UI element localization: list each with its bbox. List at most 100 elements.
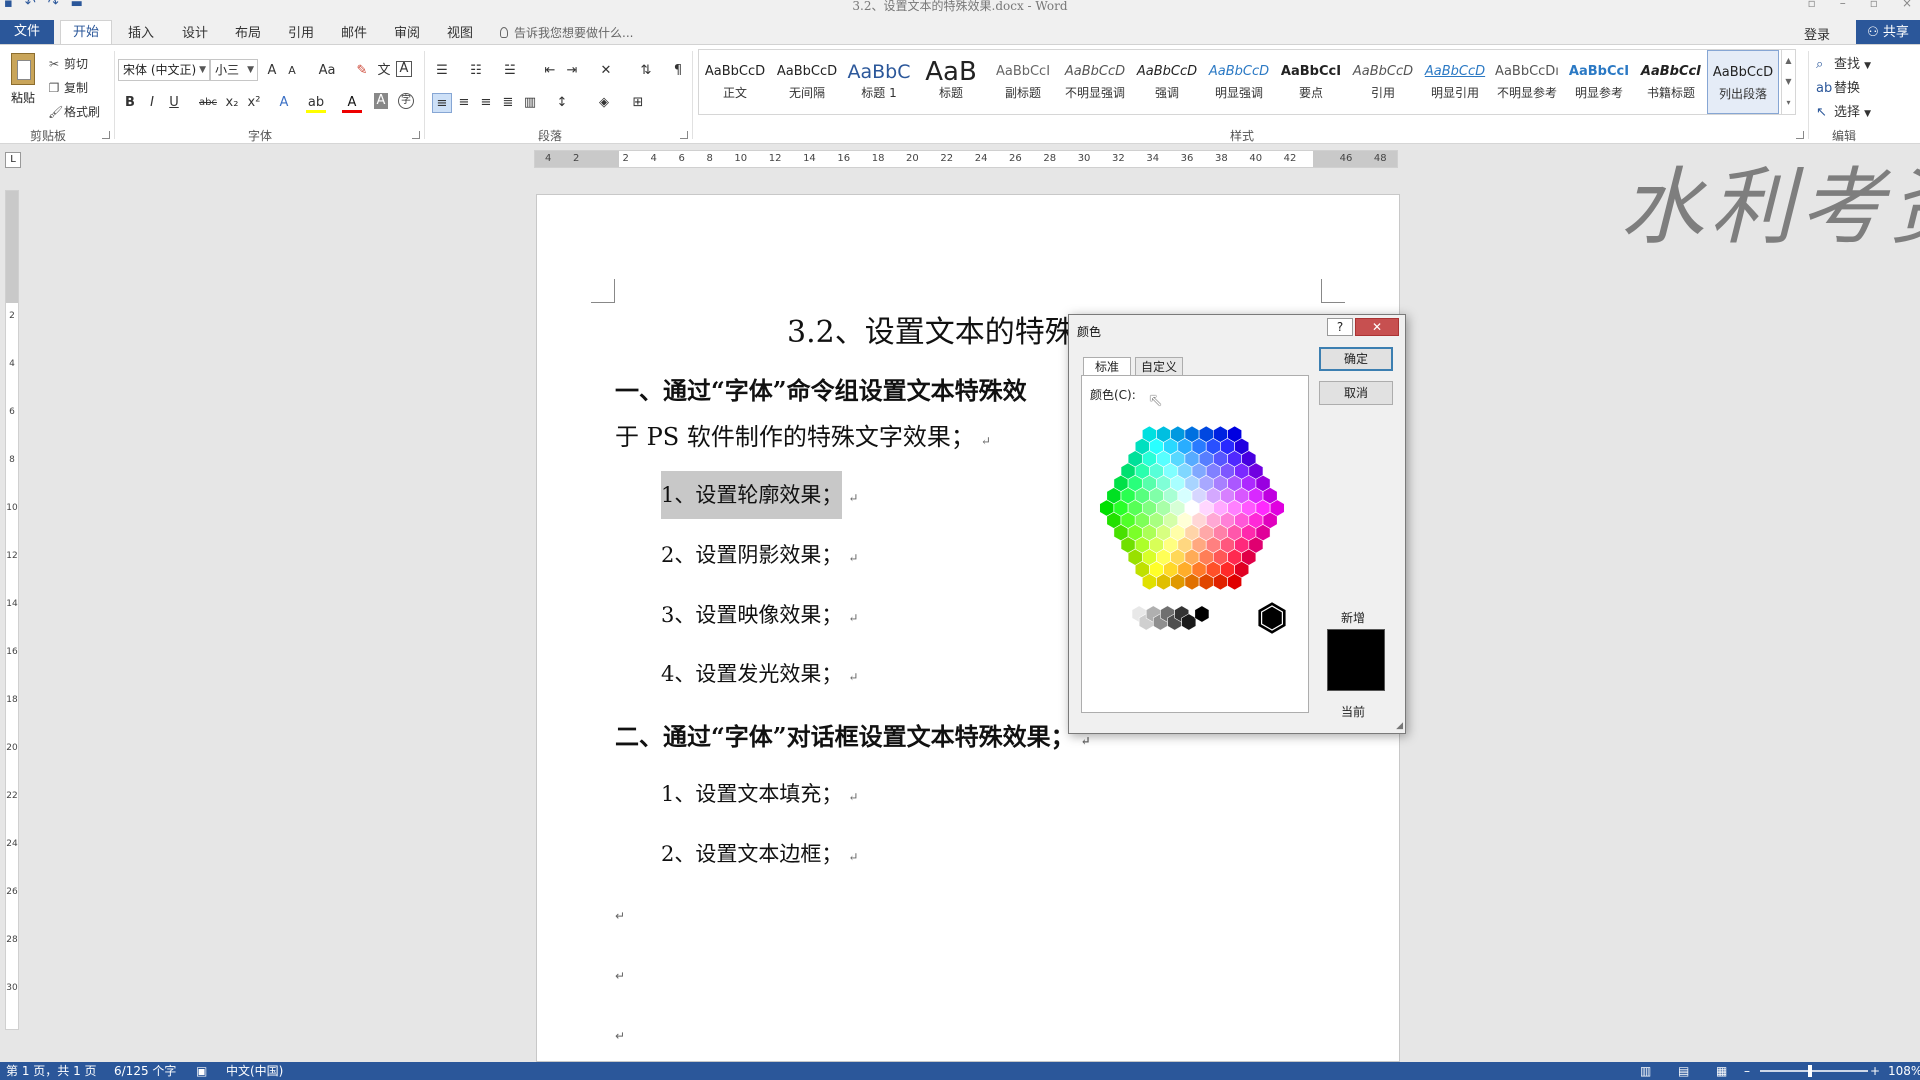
chevron-down-icon[interactable]: ▼ bbox=[1782, 71, 1795, 92]
style-emphasis[interactable]: AaBbCcD 强调 bbox=[1131, 50, 1203, 114]
char-border-icon[interactable]: A bbox=[396, 61, 412, 77]
format-painter-button[interactable]: 🖌格式刷 bbox=[48, 103, 100, 120]
selected-text[interactable]: 1、设置轮廓效果； bbox=[661, 471, 843, 519]
help-button[interactable]: ? bbox=[1327, 318, 1353, 336]
ribbon-display-icon[interactable]: ▫ bbox=[1808, 0, 1816, 10]
dialog-close-button[interactable]: ✕ bbox=[1355, 318, 1399, 336]
word-count[interactable]: 6/125 个字 bbox=[114, 1062, 176, 1080]
share-button[interactable]: ⚇ 共享 bbox=[1856, 20, 1920, 46]
list-item[interactable]: 1、设置轮廓效果； ↵ bbox=[661, 471, 858, 519]
grow-font-button[interactable]: A bbox=[262, 61, 282, 81]
style-strong[interactable]: AaBbCcI 要点 bbox=[1275, 50, 1347, 114]
style-subtitle[interactable]: AaBbCcI 副标题 bbox=[987, 50, 1059, 114]
chevron-up-icon[interactable]: ▲ bbox=[1782, 50, 1795, 71]
replace-button[interactable]: ab 替换 bbox=[1816, 77, 1860, 96]
align-center-icon[interactable]: ≡ bbox=[454, 93, 474, 113]
language-status[interactable]: 中文(中国) bbox=[226, 1062, 283, 1080]
zoom-out-icon[interactable]: – bbox=[1744, 1062, 1750, 1080]
web-layout-icon[interactable]: ▦ bbox=[1716, 1062, 1727, 1080]
gray-hex-cell[interactable] bbox=[1194, 605, 1210, 623]
paste-button[interactable]: 粘贴 bbox=[8, 53, 38, 123]
style-intense-quote[interactable]: AaBbCcD 明显引用 bbox=[1419, 50, 1491, 114]
list-item[interactable]: 4、设置发光效果； ↵ bbox=[661, 658, 858, 688]
zoom-level[interactable]: 108% bbox=[1888, 1062, 1920, 1080]
zoom-in-icon[interactable]: + bbox=[1870, 1062, 1880, 1080]
multilevel-list-icon[interactable]: ☱ bbox=[500, 61, 520, 81]
styles-launcher-icon[interactable] bbox=[1796, 131, 1804, 139]
font-size-combo[interactable]: 小三 ▼ bbox=[210, 59, 258, 81]
chinese-layout-icon[interactable]: ✕ bbox=[596, 61, 616, 81]
tab-custom[interactable]: 自定义 bbox=[1135, 357, 1183, 377]
list-item[interactable]: 1、设置文本填充； ↵ bbox=[661, 778, 858, 808]
highlight-color-icon[interactable]: ab bbox=[306, 93, 326, 113]
numbering-icon[interactable]: ☷ bbox=[466, 61, 486, 81]
proofing-icon[interactable]: ▣ bbox=[196, 1062, 207, 1080]
font-color-icon[interactable]: A bbox=[342, 93, 362, 113]
heading-1-line-1[interactable]: 一、通过“字体”命令组设置文本特殊效 bbox=[615, 371, 1027, 406]
color-hexagon-wheel[interactable] bbox=[1092, 408, 1292, 608]
tab-review[interactable]: 审阅 bbox=[394, 22, 420, 41]
sort-icon[interactable]: ⇅ bbox=[636, 61, 656, 81]
style-quote[interactable]: AaBbCcD 引用 bbox=[1347, 50, 1419, 114]
login-link[interactable]: 登录 bbox=[1804, 24, 1830, 43]
style-normal[interactable]: AaBbCcD 正文 bbox=[699, 50, 771, 114]
page-count[interactable]: 第 1 页，共 1 页 bbox=[6, 1062, 97, 1080]
tab-mailings[interactable]: 邮件 bbox=[341, 22, 367, 41]
tab-view[interactable]: 视图 bbox=[447, 22, 473, 41]
cancel-button[interactable]: 取消 bbox=[1319, 381, 1393, 405]
style-heading-1[interactable]: AaBbC 标题 1 bbox=[843, 50, 915, 114]
bullets-icon[interactable]: ☰ bbox=[432, 61, 452, 81]
horizontal-ruler[interactable]: 4 2 2 4 6 8 10 12 14 16 18 20 22 24 26 28 30 32 34 36 38 40 42… bbox=[534, 150, 1398, 168]
bold-button[interactable]: B bbox=[120, 93, 140, 113]
style-subtle-emphasis[interactable]: AaBbCcD 不明显强调 bbox=[1059, 50, 1131, 114]
grayscale-swatches[interactable] bbox=[1122, 600, 1302, 636]
select-button[interactable]: ↖ 选择 ▼ bbox=[1816, 101, 1871, 120]
vertical-ruler[interactable]: 2 4 6 8 10 12 14 16 18 20 22 24 26 28 30 bbox=[5, 190, 19, 1030]
copy-button[interactable]: ❐ 复制 bbox=[48, 79, 88, 96]
read-mode-icon[interactable]: ▥ bbox=[1640, 1062, 1651, 1080]
shrink-font-button[interactable]: A bbox=[282, 61, 302, 81]
find-button[interactable]: ⌕ 查找 ▼ bbox=[1816, 53, 1871, 72]
gallery-more-icon[interactable]: ▾ bbox=[1782, 92, 1795, 113]
ok-button[interactable]: 确定 bbox=[1319, 347, 1393, 371]
tab-insert[interactable]: 插入 bbox=[128, 22, 154, 41]
tab-standard[interactable]: 标准 bbox=[1083, 357, 1131, 377]
selected-black-hex[interactable] bbox=[1258, 602, 1286, 634]
list-item[interactable]: 2、设置文本边框； ↵ bbox=[661, 838, 858, 868]
decrease-indent-icon[interactable]: ⇤ bbox=[540, 61, 560, 81]
line-spacing-icon[interactable]: ↕ bbox=[552, 93, 572, 113]
style-intense-emphasis[interactable]: AaBbCcD 明显强调 bbox=[1203, 50, 1275, 114]
zoom-slider-thumb[interactable] bbox=[1808, 1065, 1812, 1077]
font-name-combo[interactable]: 宋体 (中文正) ▼ bbox=[118, 59, 210, 81]
tab-references[interactable]: 引用 bbox=[288, 22, 314, 41]
list-item[interactable]: 2、设置阴影效果； ↵ bbox=[661, 539, 858, 569]
cut-button[interactable]: ✂ 剪切 bbox=[48, 55, 88, 72]
resize-grip-icon[interactable]: ◢ bbox=[1396, 721, 1403, 731]
tab-home[interactable]: 开始 bbox=[60, 20, 112, 46]
heading-1-line-2[interactable]: 于 PS 软件制作的特殊文字效果； ↵ bbox=[615, 417, 991, 452]
gallery-scroll[interactable]: ▲ ▼ ▾ bbox=[1781, 50, 1795, 114]
style-book-title[interactable]: AaBbCcI 书籍标题 bbox=[1635, 50, 1707, 114]
strikethrough-button[interactable]: abc bbox=[196, 93, 220, 113]
tell-me-box[interactable]: 告诉我您想要做什么... bbox=[500, 24, 633, 41]
subscript-button[interactable]: x₂ bbox=[222, 93, 242, 113]
align-left-icon[interactable]: ≡ bbox=[432, 93, 452, 113]
style-title[interactable]: AaB 标题 bbox=[915, 50, 987, 114]
align-right-icon[interactable]: ≡ bbox=[476, 93, 496, 113]
increase-indent-icon[interactable]: ⇥ bbox=[562, 61, 582, 81]
text-effects-icon[interactable]: A bbox=[274, 93, 294, 113]
char-shading-icon[interactable]: A bbox=[374, 93, 388, 109]
shading-icon[interactable]: ◈ bbox=[594, 93, 614, 113]
close-window-icon[interactable]: × bbox=[1902, 0, 1912, 10]
borders-icon[interactable]: ⊞ bbox=[628, 93, 648, 113]
style-list-paragraph[interactable]: AaBbCcD 列出段落 bbox=[1707, 50, 1779, 114]
print-layout-icon[interactable]: ▤ bbox=[1678, 1062, 1689, 1080]
style-no-spacing[interactable]: AaBbCcD 无间隔 bbox=[771, 50, 843, 114]
style-subtle-reference[interactable]: AaBbCcDı 不明显参考 bbox=[1491, 50, 1563, 114]
tab-layout[interactable]: 布局 bbox=[235, 22, 261, 41]
maximize-icon[interactable]: ▫ bbox=[1870, 0, 1878, 10]
justify-icon[interactable]: ≣ bbox=[498, 93, 518, 113]
show-marks-icon[interactable]: ¶ bbox=[668, 61, 688, 81]
heading-2[interactable]: 二、通过“字体”对话框设置文本特殊效果； ↵ bbox=[615, 717, 1091, 752]
zoom-slider[interactable] bbox=[1760, 1070, 1868, 1072]
